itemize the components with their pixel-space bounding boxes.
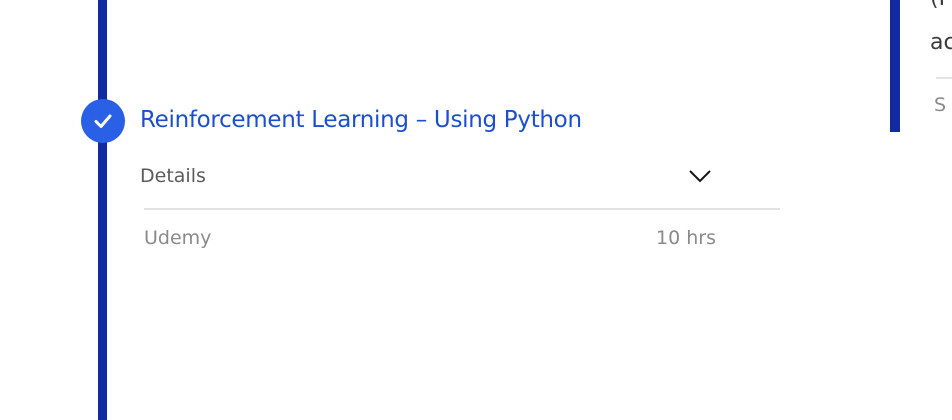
check-icon [94, 114, 112, 128]
adjacent-course-card: (I ac S [890, 0, 952, 132]
course-provider: Udemy [144, 227, 212, 249]
course-duration: 10 hrs [656, 227, 716, 249]
details-toggle[interactable]: Details [140, 158, 712, 194]
chevron-down-icon[interactable] [688, 168, 712, 184]
adjacent-timeline-rail [890, 0, 900, 132]
adjacent-title-fragment-2: ac [930, 30, 952, 55]
adjacent-divider [936, 77, 952, 79]
details-divider [144, 208, 780, 210]
adjacent-title-fragment: (I [930, 0, 945, 11]
course-title-link[interactable]: Reinforcement Learning – Using Python [140, 102, 582, 138]
adjacent-provider-fragment: S [934, 94, 947, 116]
course-meta: Udemy 10 hrs [144, 224, 716, 252]
details-label: Details [140, 165, 206, 187]
completed-check-badge [81, 99, 125, 143]
timeline-rail [98, 0, 107, 420]
